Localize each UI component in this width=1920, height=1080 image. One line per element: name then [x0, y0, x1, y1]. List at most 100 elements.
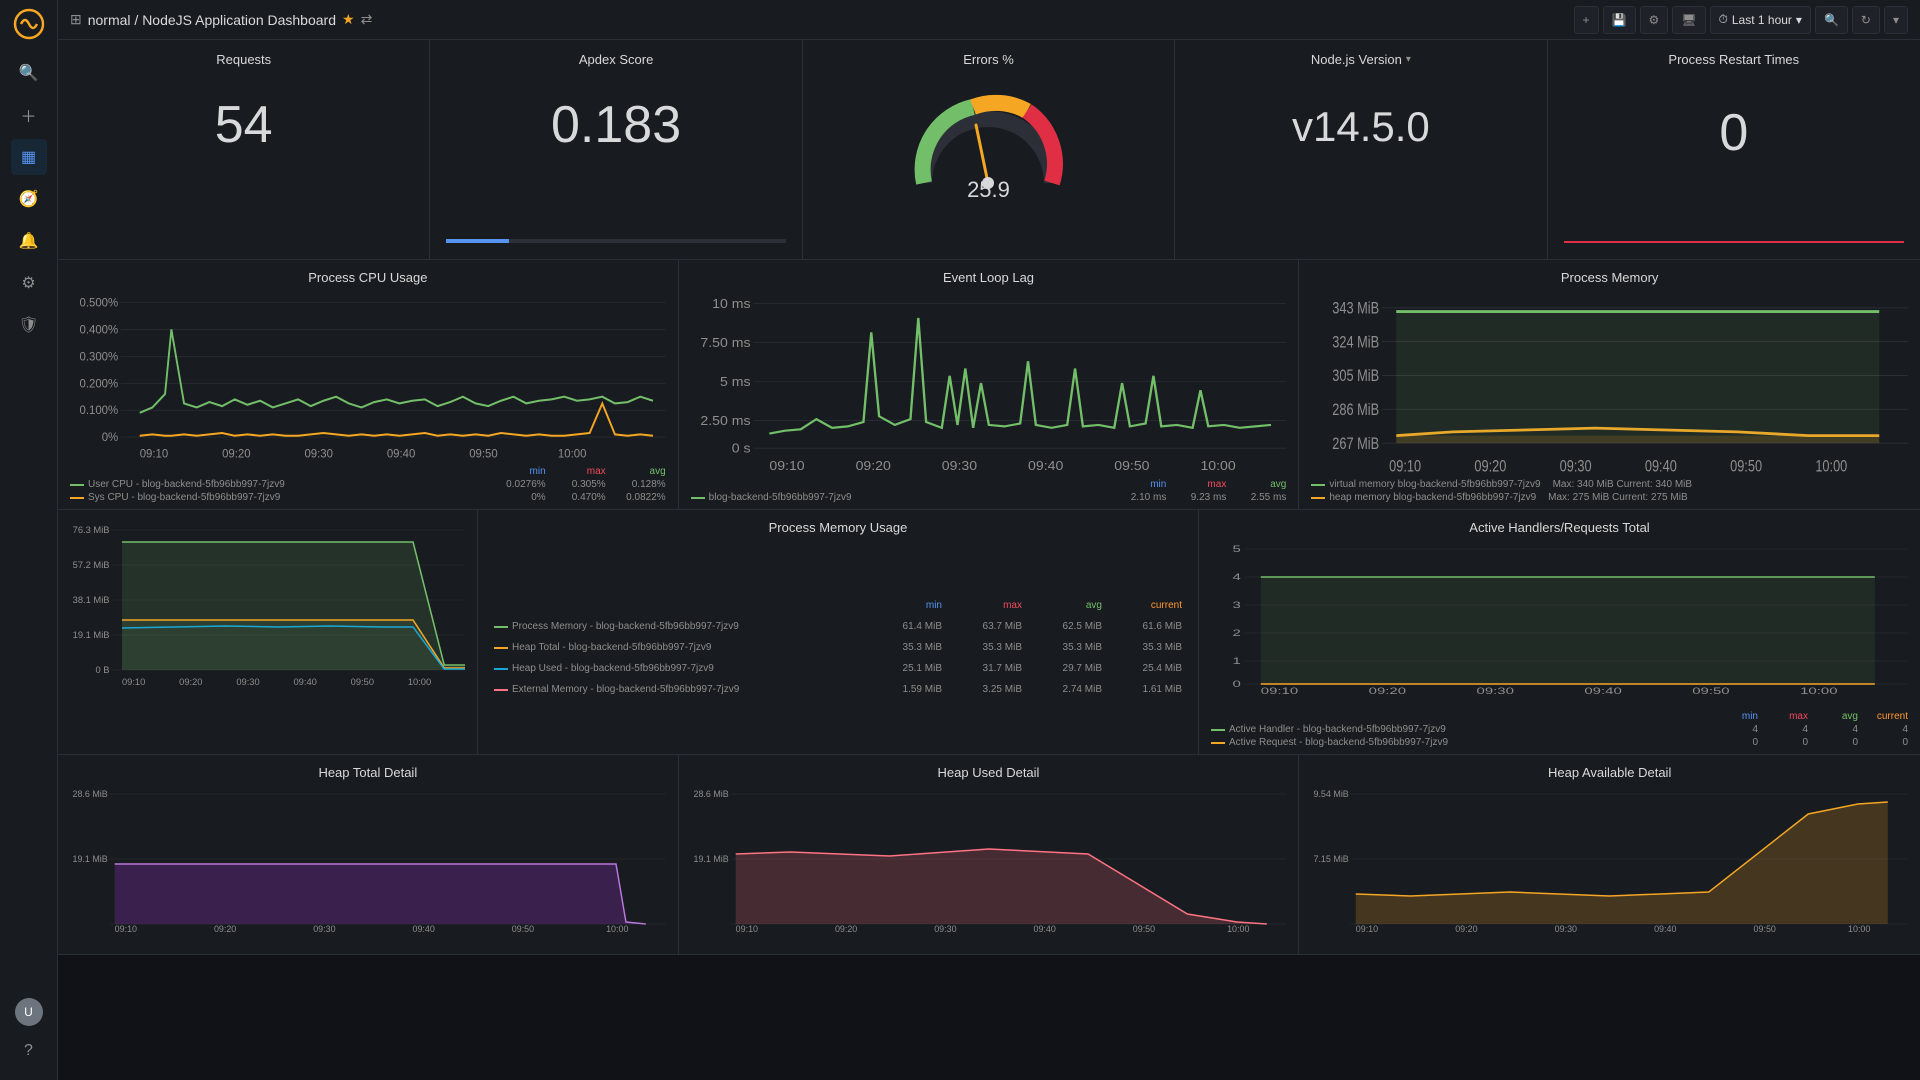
memory-table: min max avg current Process Memory - blo… [494, 547, 1182, 748]
share-icon[interactable]: ⇄ [361, 11, 373, 28]
heap-available-panel: Heap Available Detail 9.54 MiB 7.15 MiB … [1299, 755, 1920, 954]
process-memory-chart-area: 343 MiB 324 MiB 305 MiB 286 MiB 267 MiB … [1311, 289, 1908, 477]
memory-usage-title: Process Memory Usage [494, 520, 1182, 535]
svg-text:09:20: 09:20 [835, 924, 857, 934]
memory-table-header: min max avg current [494, 598, 1182, 613]
handlers-legend: min max avg current Active Handler - blo… [1211, 711, 1908, 748]
more-button[interactable]: ▾ [1884, 6, 1908, 34]
event-loop-panel: Event Loop Lag 10 ms 7.50 ms 5 ms 2.50 m… [679, 260, 1300, 509]
svg-text:343 MiB: 343 MiB [1333, 299, 1380, 318]
svg-text:10:00: 10:00 [1816, 457, 1848, 476]
cpu-legend: min max avg User CPU - blog-backend-5fb9… [70, 466, 666, 503]
apdex-bar [446, 239, 508, 243]
svg-text:19.1 MiB: 19.1 MiB [693, 854, 728, 864]
svg-text:1: 1 [1233, 656, 1241, 666]
add-panel-button[interactable]: + [1574, 6, 1599, 34]
svg-text:09:20: 09:20 [1456, 924, 1478, 934]
topbar-actions: + 💾 ⚙ 🖥 ⏱ Last 1 hour ▾ 🔍 ↻ ▾ [1574, 6, 1908, 34]
svg-text:28.6 MiB: 28.6 MiB [73, 789, 108, 799]
clock-icon: ⏱ [1719, 12, 1728, 27]
app-logo[interactable] [13, 8, 45, 40]
memory-row-external: External Memory - blog-backend-5fb96bb99… [494, 682, 1182, 697]
sidebar-bottom: U ? [11, 998, 47, 1072]
svg-text:09:40: 09:40 [1028, 458, 1064, 472]
svg-text:10 ms: 10 ms [712, 296, 751, 310]
restarts-panel: Process Restart Times 0 [1548, 40, 1920, 259]
heap-total-title: Heap Total Detail [70, 765, 666, 780]
event-loop-chart-area: 10 ms 7.50 ms 5 ms 2.50 ms 0 s 09:10 09:… [691, 289, 1287, 477]
requests-panel: Requests 54 [58, 40, 430, 259]
sidebar-item-add[interactable]: ＋ [11, 97, 47, 133]
restarts-value: 0 [1719, 103, 1748, 163]
requests-value: 54 [215, 95, 273, 155]
svg-text:0.100%: 0.100% [80, 404, 119, 417]
chart-row: Process CPU Usage 0.500% 0.400% 0.300% [58, 260, 1920, 510]
svg-text:09:10: 09:10 [735, 924, 757, 934]
svg-text:09:30: 09:30 [304, 447, 333, 460]
svg-text:09:30: 09:30 [236, 677, 259, 687]
svg-text:09:50: 09:50 [1114, 458, 1150, 472]
sidebar-item-alerts[interactable]: 🔔 [11, 223, 47, 259]
svg-text:09:30: 09:30 [313, 924, 335, 934]
monitor-button[interactable]: 🖥 [1672, 6, 1705, 34]
svg-text:19.1 MiB: 19.1 MiB [73, 630, 110, 640]
svg-text:09:20: 09:20 [1369, 686, 1407, 696]
svg-text:0%: 0% [102, 431, 119, 444]
svg-text:57.2 MiB: 57.2 MiB [73, 560, 110, 570]
svg-text:10:00: 10:00 [1227, 924, 1249, 934]
svg-text:09:40: 09:40 [1654, 924, 1676, 934]
memory-row-heap-used: Heap Used - blog-backend-5fb96bb997-7jzv… [494, 661, 1182, 676]
stat-row: Requests 54 Apdex Score 0.183 Errors % [58, 40, 1920, 260]
svg-text:10:00: 10:00 [606, 924, 628, 934]
svg-text:09:30: 09:30 [1560, 457, 1592, 476]
star-icon[interactable]: ★ [342, 11, 355, 28]
zoom-out-button[interactable]: 🔍 [1815, 6, 1848, 34]
svg-text:0: 0 [1233, 679, 1241, 689]
memory-handlers-row: 76.3 MiB 57.2 MiB 38.1 MiB 19.1 MiB 0 B … [58, 510, 1920, 755]
gauge-container: 25.9 [908, 83, 1068, 213]
sidebar-item-help[interactable]: ? [11, 1033, 47, 1069]
svg-text:09:20: 09:20 [214, 924, 236, 934]
add-icon: + [1583, 13, 1590, 27]
topbar-title-area: ⊞ normal / NodeJS Application Dashboard … [70, 11, 1566, 28]
settings-button[interactable]: ⚙ [1640, 6, 1669, 34]
sidebar-item-shield[interactable]: 🛡 [11, 307, 47, 343]
process-memory-title: Process Memory [1311, 270, 1908, 285]
nodejs-dropdown-arrow: ▾ [1406, 54, 1411, 65]
sidebar-item-explore[interactable]: 🧭 [11, 181, 47, 217]
avatar[interactable]: U [15, 998, 43, 1026]
cpu-chart-area: 0.500% 0.400% 0.300% 0.200% 0.100% 0% 09… [70, 289, 666, 464]
svg-text:4: 4 [1233, 572, 1241, 582]
requests-title: Requests [216, 52, 271, 67]
svg-text:09:10: 09:10 [122, 677, 145, 687]
sidebar-item-search[interactable]: 🔍 [11, 55, 47, 91]
svg-text:09:40: 09:40 [413, 924, 435, 934]
svg-text:10:00: 10:00 [1800, 686, 1838, 696]
refresh-button[interactable]: ↻ [1852, 6, 1880, 34]
svg-text:10:00: 10:00 [1200, 458, 1236, 472]
nodejs-value: v14.5.0 [1292, 103, 1430, 151]
svg-text:09:50: 09:50 [1730, 457, 1762, 476]
sidebar-item-dashboards[interactable]: ▦ [11, 139, 47, 175]
svg-text:7.50 ms: 7.50 ms [700, 335, 750, 349]
svg-text:10:00: 10:00 [1848, 924, 1870, 934]
svg-text:0.200%: 0.200% [80, 377, 119, 390]
svg-text:9.54 MiB: 9.54 MiB [1314, 789, 1349, 799]
time-range-picker[interactable]: ⏱ Last 1 hour ▾ [1710, 6, 1811, 34]
svg-text:10:00: 10:00 [408, 677, 431, 687]
grid-icon: ⊞ [70, 11, 82, 28]
handlers-title: Active Handlers/Requests Total [1211, 520, 1908, 535]
save-button[interactable]: 💾 [1603, 6, 1636, 34]
nodejs-title[interactable]: Node.js Version ▾ [1311, 52, 1411, 67]
svg-text:09:20: 09:20 [179, 677, 202, 687]
svg-text:09:10: 09:10 [1261, 686, 1299, 696]
svg-text:09:10: 09:10 [769, 458, 805, 472]
svg-text:286 MiB: 286 MiB [1333, 400, 1380, 419]
svg-text:0.300%: 0.300% [80, 350, 119, 363]
svg-text:09:20: 09:20 [855, 458, 891, 472]
svg-text:7.15 MiB: 7.15 MiB [1314, 854, 1349, 864]
svg-text:3: 3 [1233, 600, 1241, 610]
svg-text:5 ms: 5 ms [720, 374, 751, 388]
heap-total-chart: 28.6 MiB 19.1 MiB 09:10 09:20 09:30 09:4… [70, 784, 666, 948]
sidebar-item-settings[interactable]: ⚙ [11, 265, 47, 301]
